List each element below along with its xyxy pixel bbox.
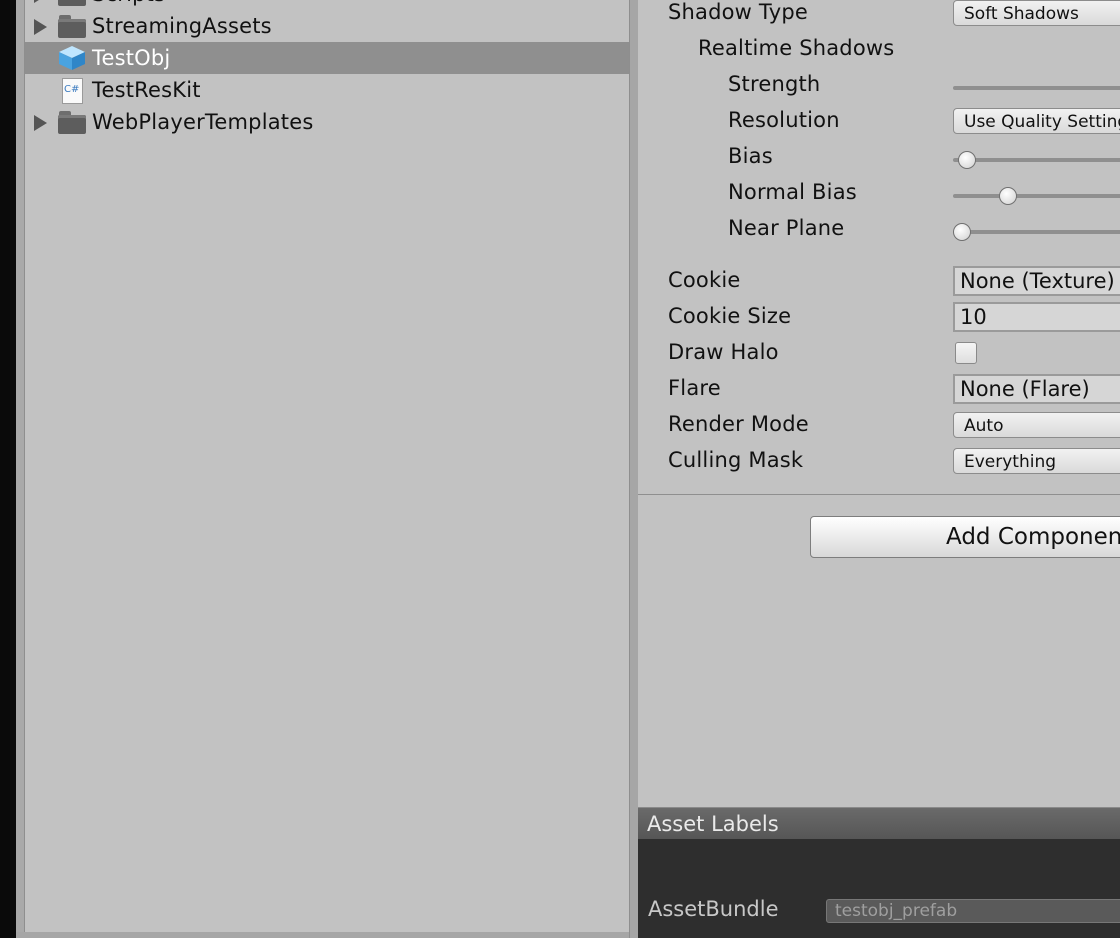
flare-label: Flare [668,376,721,400]
asset-labels-panel: AssetBundle testobj_prefab [638,839,1120,938]
normal-bias-slider-knob[interactable] [999,187,1017,205]
culling-mask-dropdown[interactable]: Everything [953,448,1120,474]
folder-icon [57,13,87,39]
tree-item-webplayertemplates[interactable]: WebPlayerTemplates [25,106,629,138]
tree-item-streamingassets[interactable]: StreamingAssets [25,10,629,42]
culling-mask-label: Culling Mask [668,448,804,472]
normal-bias-label: Normal Bias [728,180,857,204]
bias-slider-knob[interactable] [958,151,976,169]
tree-item-label: WebPlayerTemplates [92,110,314,134]
inspector-panel: Shadow Type Soft Shadows Realtime Shadow… [638,0,1120,938]
near-plane-slider[interactable] [953,230,1120,234]
folder-icon [57,109,87,135]
cookie-object-field[interactable]: None (Texture) [953,266,1120,296]
render-mode-dropdown[interactable]: Auto [953,412,1120,438]
tree-item-scripts[interactable]: Scripts [25,0,629,10]
resolution-dropdown[interactable]: Use Quality Settings [953,108,1120,134]
normal-bias-slider[interactable] [953,194,1120,198]
project-panel: Scripts StreamingAssets TestObj C# TestR… [25,0,629,932]
tree-item-label: Scripts [92,0,165,10]
csharp-script-icon: C# [57,77,87,104]
cookie-size-label: Cookie Size [668,304,792,328]
render-mode-label: Render Mode [668,412,809,436]
tree-item-label: TestResKit [92,78,201,102]
flare-object-field[interactable]: None (Flare) [953,374,1120,404]
strength-slider[interactable] [953,86,1120,90]
asset-labels-header[interactable]: Asset Labels [638,807,1120,839]
realtime-shadows-label: Realtime Shadows [698,36,895,60]
near-plane-label: Near Plane [728,216,845,240]
assetbundle-dropdown[interactable]: testobj_prefab [826,899,1120,923]
folder-icon [57,0,87,7]
draw-halo-label: Draw Halo [668,340,779,364]
assetbundle-label: AssetBundle [648,897,779,921]
resolution-label: Resolution [728,108,840,132]
strength-label: Strength [728,72,821,96]
shadow-type-dropdown[interactable]: Soft Shadows [953,0,1120,26]
bias-slider[interactable] [953,158,1120,162]
tree-item-label: TestObj [92,46,171,70]
expand-arrow-icon[interactable] [34,0,47,3]
shadow-type-label: Shadow Type [668,0,808,24]
bias-label: Bias [728,144,773,168]
near-plane-slider-knob[interactable] [953,223,971,241]
tree-item-testreskit[interactable]: C# TestResKit [25,74,629,106]
prefab-cube-icon [59,46,85,70]
panel-border [16,932,640,938]
add-component-button[interactable]: Add Component [810,516,1120,558]
expand-arrow-icon[interactable] [34,115,47,131]
component-divider [638,494,1120,495]
window-edge [0,0,16,938]
cookie-size-input[interactable]: 10 [953,302,1120,332]
tree-item-label: StreamingAssets [92,14,272,38]
tree-item-testobj[interactable]: TestObj [25,42,629,74]
panel-border [16,0,25,938]
cookie-label: Cookie [668,268,741,292]
expand-arrow-icon[interactable] [34,19,47,35]
draw-halo-checkbox[interactable] [955,342,977,364]
